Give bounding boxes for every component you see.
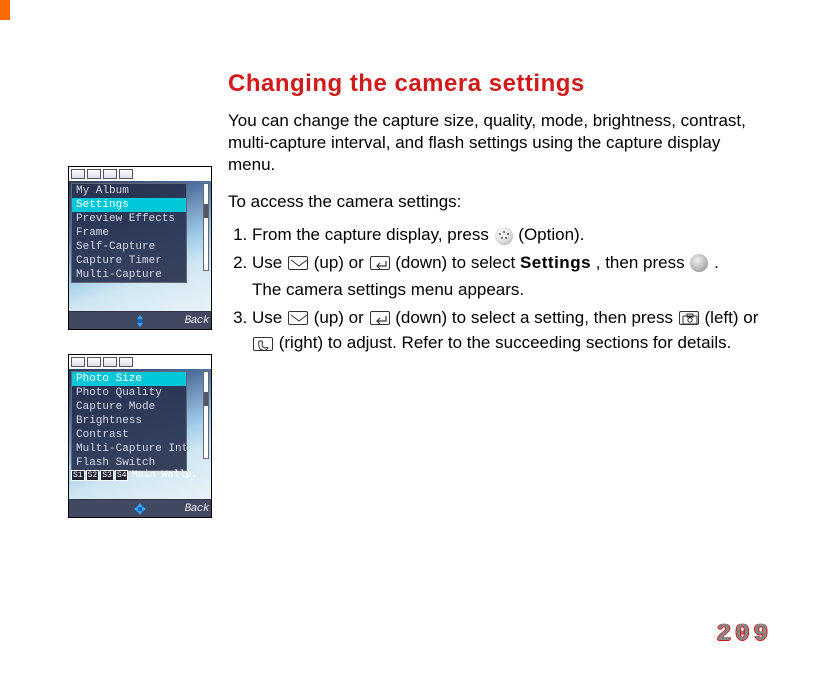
menu-item[interactable]: Preview Effects <box>72 212 186 226</box>
step-text: (down) to select <box>395 253 520 272</box>
dpad-icon <box>132 502 148 516</box>
option-button-icon <box>495 227 513 245</box>
center-button-icon <box>690 254 708 272</box>
text-column: Changing the camera settings You can cha… <box>228 70 772 542</box>
size-tag: S3 <box>100 470 114 481</box>
size-tag: S2 <box>86 470 100 481</box>
status-icon <box>87 357 101 367</box>
menu-item[interactable]: Brightness <box>72 414 186 428</box>
phone-screen: My Album Settings Preview Effects Frame … <box>69 181 211 311</box>
screenshots-column: My Album Settings Preview Effects Frame … <box>68 70 210 542</box>
step-text: . <box>714 253 719 272</box>
step-text: Use <box>252 308 287 327</box>
phone-screen: Photo Size Photo Quality Capture Mode Br… <box>69 369 211 499</box>
step-text: Use <box>252 253 287 272</box>
screenshot-settings-menu: Photo Size Photo Quality Capture Mode Br… <box>68 354 212 518</box>
scrollbar[interactable] <box>203 371 209 459</box>
menu-item[interactable]: Self-Capture <box>72 240 186 254</box>
size-label: Main Wallp. <box>131 470 197 481</box>
settings-label-bold: Settings <box>520 253 591 272</box>
scrollbar[interactable] <box>203 183 209 271</box>
step-text: (up) or <box>314 308 369 327</box>
step-text: (left) or <box>705 308 759 327</box>
phone-softkey-bar: Back <box>69 311 211 329</box>
step-text: (Option). <box>518 225 584 244</box>
step-3: Use (up) or (down) to select a setting, … <box>252 305 772 356</box>
intro-paragraph: You can change the capture size, quality… <box>228 110 772 176</box>
back-arrow-down-icon <box>370 256 390 270</box>
size-tag: S1 <box>71 470 85 481</box>
softkey-back[interactable]: Back <box>185 503 209 515</box>
step-2: Use (up) or (down) to select Settings , … <box>252 250 772 303</box>
camera-left-icon <box>679 311 699 325</box>
menu-item[interactable]: Capture Timer <box>72 254 186 268</box>
step-text: (right) to adjust. Refer to the succeedi… <box>279 333 732 352</box>
envelope-up-icon <box>288 311 308 325</box>
menu-item[interactable]: My Album <box>72 184 186 198</box>
page-number: 209 <box>717 621 772 648</box>
page-corner-tab <box>0 0 10 20</box>
softkey-back[interactable]: Back <box>185 315 209 327</box>
menu-item[interactable]: Capture Mode <box>72 400 186 414</box>
steps-list: From the capture display, press (Option)… <box>228 222 772 356</box>
dpad-icon <box>132 314 148 328</box>
menu-item[interactable]: Frame <box>72 226 186 240</box>
menu-item-selected[interactable]: Settings <box>72 198 186 212</box>
menu-list: Photo Size Photo Quality Capture Mode Br… <box>71 371 187 471</box>
back-arrow-down-icon <box>370 311 390 325</box>
section-heading: Changing the camera settings <box>228 70 772 98</box>
menu-item-selected[interactable]: Photo Size <box>72 372 186 386</box>
status-icon <box>103 357 117 367</box>
sub-heading: To access the camera settings: <box>228 192 772 212</box>
status-icon <box>71 357 85 367</box>
size-tag: S4 <box>115 470 129 481</box>
page-content: My Album Settings Preview Effects Frame … <box>68 70 772 542</box>
menu-list: My Album Settings Preview Effects Frame … <box>71 183 187 283</box>
status-icon <box>119 169 133 179</box>
menu-item[interactable]: Multi-Capture <box>72 268 186 282</box>
step-text: (up) or <box>314 253 369 272</box>
step-text: (down) to select a setting, then press <box>395 308 678 327</box>
phone-status-bar <box>69 355 211 369</box>
envelope-up-icon <box>288 256 308 270</box>
status-icon <box>87 169 101 179</box>
status-icon <box>103 169 117 179</box>
phone-right-icon <box>253 337 273 351</box>
menu-item[interactable]: Photo Quality <box>72 386 186 400</box>
step-text: , then press <box>596 253 690 272</box>
menu-item[interactable]: Contrast <box>72 428 186 442</box>
menu-item[interactable]: Multi-Capture Int <box>72 442 186 456</box>
step-1: From the capture display, press (Option)… <box>252 222 772 248</box>
phone-status-bar <box>69 167 211 181</box>
status-icon <box>71 169 85 179</box>
bottom-tag-row: S1 S2 S3 S4 Main Wallp. <box>71 470 197 481</box>
phone-softkey-bar: Back <box>69 499 211 517</box>
status-icon <box>119 357 133 367</box>
menu-item[interactable]: Flash Switch <box>72 456 186 470</box>
screenshot-camera-menu: My Album Settings Preview Effects Frame … <box>68 166 212 330</box>
step-text: From the capture display, press <box>252 225 494 244</box>
step-subtext: The camera settings menu appears. <box>252 277 772 303</box>
